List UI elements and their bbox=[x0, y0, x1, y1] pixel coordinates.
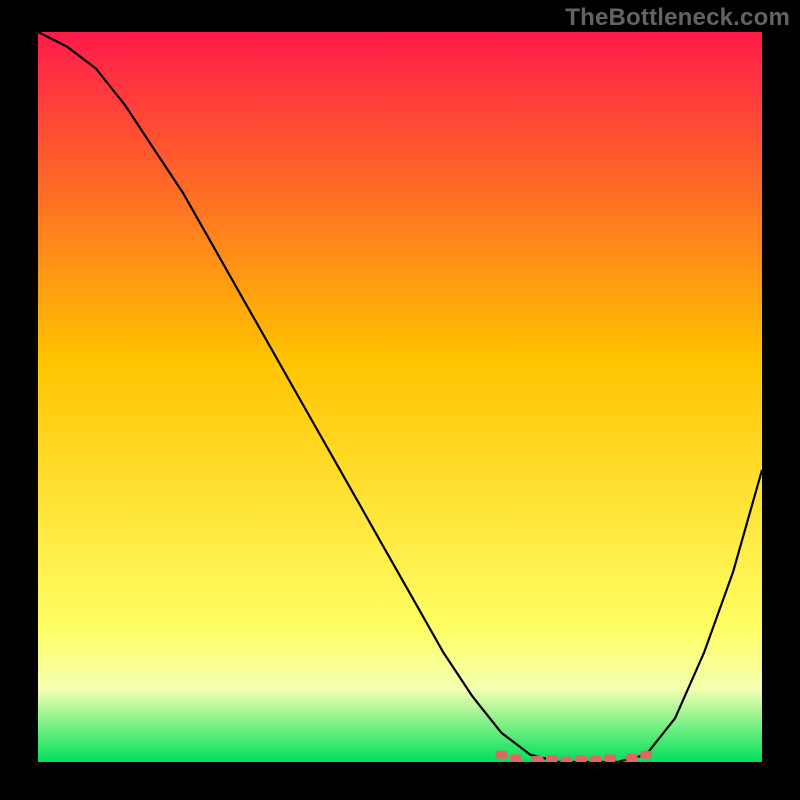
optimal-marker bbox=[495, 751, 507, 759]
optimal-marker bbox=[590, 756, 602, 762]
gradient-background bbox=[38, 32, 762, 762]
watermark-text: TheBottleneck.com bbox=[565, 4, 790, 32]
optimal-marker bbox=[575, 755, 587, 762]
optimal-marker bbox=[640, 751, 652, 759]
optimal-marker bbox=[546, 755, 558, 762]
chart-frame: TheBottleneck.com bbox=[0, 0, 800, 800]
optimal-marker bbox=[561, 757, 573, 763]
optimal-marker bbox=[532, 756, 544, 762]
optimal-marker bbox=[510, 754, 522, 762]
plot-area bbox=[38, 32, 762, 762]
optimal-marker bbox=[604, 754, 616, 762]
chart-svg bbox=[38, 32, 762, 762]
optimal-marker bbox=[626, 754, 638, 762]
